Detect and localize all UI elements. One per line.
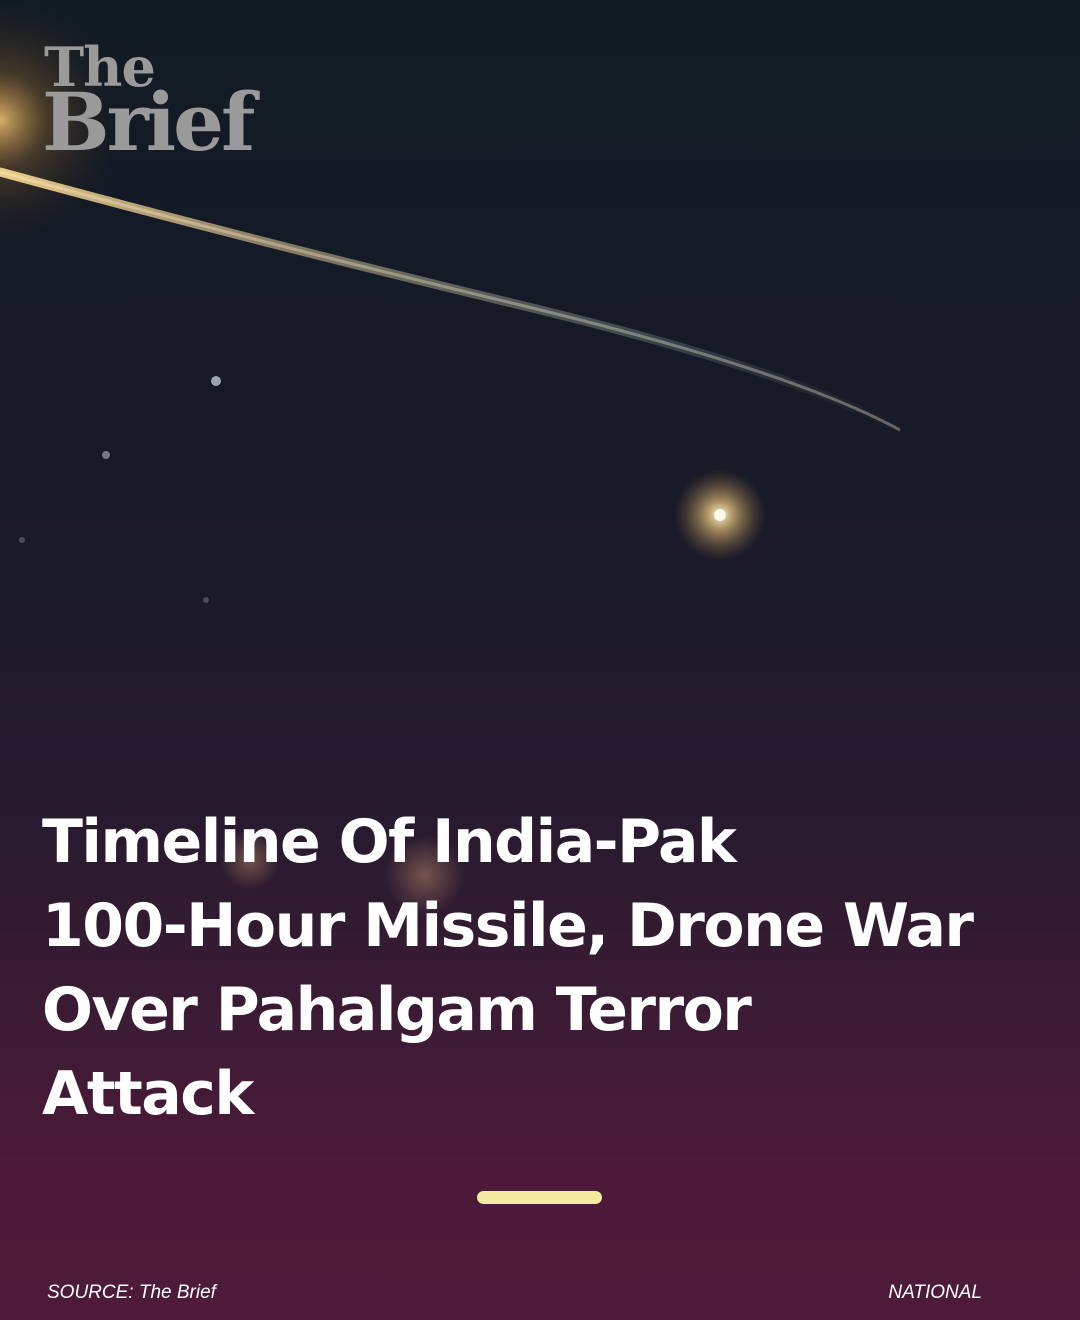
source-credit: SOURCE: The Brief	[47, 1282, 216, 1303]
brand-logo: The Brief	[42, 40, 255, 169]
flare-core	[714, 509, 726, 521]
distant-light	[19, 537, 25, 543]
distant-light	[203, 597, 209, 603]
distant-light	[102, 451, 110, 459]
logo-brief: Brief	[42, 75, 255, 169]
swipe-indicator[interactable]	[477, 1191, 602, 1204]
story-card[interactable]: The Brief Timeline Of India-Pak 100-Hour…	[0, 0, 1080, 1320]
headline-line: Attack	[42, 1059, 254, 1129]
headline-line: Over Pahalgam Terror	[42, 975, 752, 1045]
distant-light	[211, 376, 221, 386]
category-label: NATIONAL	[888, 1282, 982, 1303]
headline-line: Timeline Of India-Pak	[42, 807, 737, 877]
headline-line: 100-Hour Missile, Drone War	[42, 891, 974, 961]
missile-trail	[0, 167, 905, 435]
headline: Timeline Of India-Pak 100-Hour Missile, …	[42, 800, 974, 1136]
